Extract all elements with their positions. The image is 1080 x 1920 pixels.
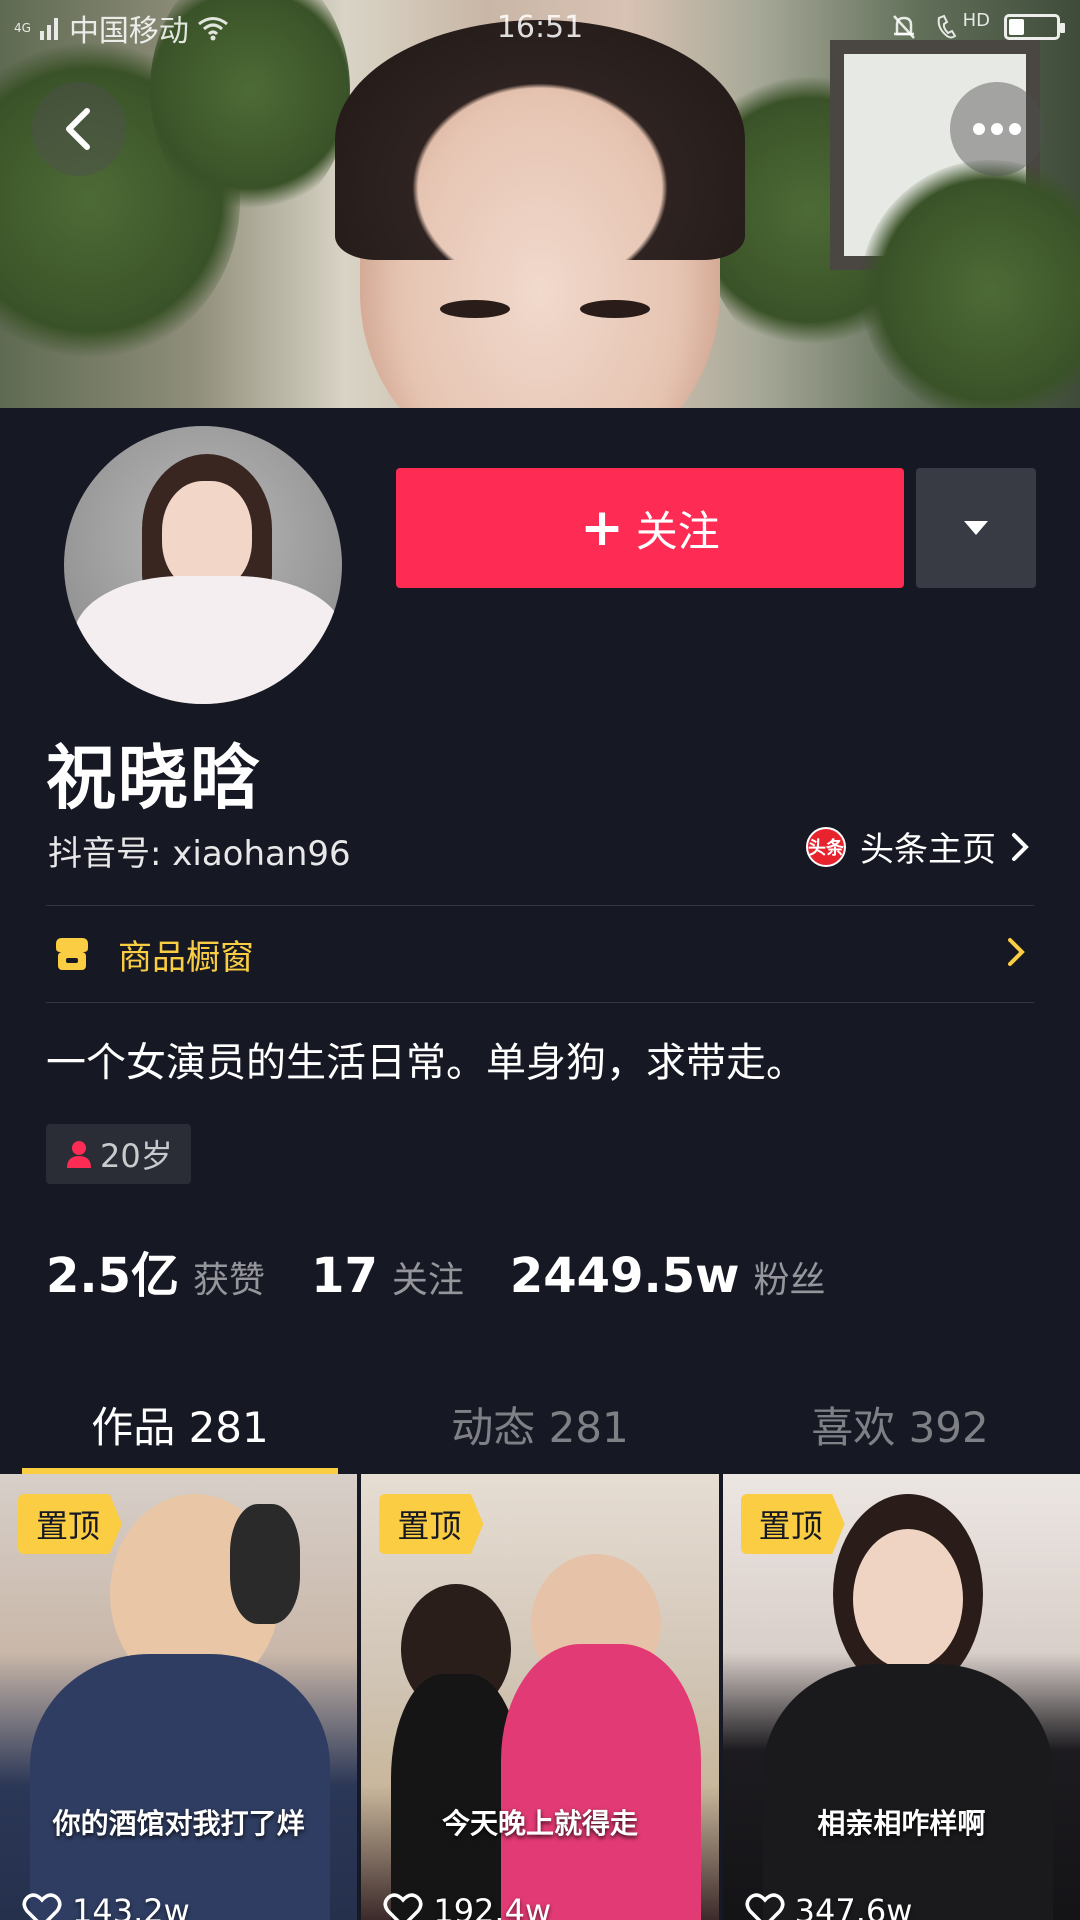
profile-tabs: 作品 281 动态 281 喜欢 392 — [0, 1374, 1080, 1474]
more-options-button[interactable] — [950, 82, 1044, 176]
pinned-badge: 置顶 — [379, 1494, 484, 1554]
follow-button[interactable]: + 关注 — [396, 468, 904, 588]
shop-window-label: 商品橱窗 — [118, 937, 254, 978]
back-button[interactable] — [32, 82, 126, 176]
female-user-icon — [67, 1141, 91, 1168]
video-like-count: 192.4w — [433, 1892, 552, 1920]
tab-likes[interactable]: 喜欢 392 — [720, 1374, 1080, 1474]
heart-icon — [745, 1893, 785, 1920]
heart-icon — [383, 1893, 423, 1920]
recommend-dropdown-button[interactable] — [916, 468, 1036, 588]
video-caption: 你的酒馆对我打了烊 — [52, 1807, 305, 1840]
shop-icon — [56, 938, 88, 970]
followers-count[interactable]: 2449.5w — [510, 1248, 740, 1304]
video-like-count: 347.6w — [794, 1892, 913, 1920]
followers-label[interactable]: 粉丝 — [753, 1251, 825, 1303]
pinned-badge: 置顶 — [740, 1494, 845, 1554]
video-grid: 置顶 你的酒馆对我打了烊 143.2w 置顶 今天晚上就得走 192.4w 置顶… — [0, 1474, 1080, 1920]
following-label[interactable]: 关注 — [392, 1251, 464, 1303]
following-count[interactable]: 17 — [311, 1248, 378, 1304]
hd-call-icon — [937, 14, 956, 39]
tab-activity[interactable]: 动态 281 — [360, 1374, 720, 1474]
toutiao-homepage-link[interactable]: 头条 头条主页 — [806, 822, 1030, 871]
tab-works[interactable]: 作品 281 — [0, 1374, 360, 1474]
shop-window-row[interactable]: 商品橱窗 — [46, 906, 1034, 1002]
hd-label: HD — [962, 9, 990, 31]
age-badge: 20岁 — [46, 1124, 191, 1184]
age-label: 20岁 — [100, 1137, 173, 1175]
network-type: 4G — [14, 21, 31, 35]
wifi-icon — [198, 17, 228, 41]
video-like-count: 143.2w — [72, 1892, 190, 1920]
douyin-id: 抖音号: xiaohan96 — [48, 834, 351, 874]
profile-cover-image — [0, 0, 1080, 408]
profile-stats: 2.5亿 获赞 17 关注 2449.5w 粉丝 — [46, 1236, 871, 1306]
carrier-name: 中国移动 — [68, 14, 189, 49]
battery-icon — [1004, 14, 1065, 40]
bio-text: 一个女演员的生活日常。单身狗，求带走。 — [46, 1040, 806, 1086]
avatar[interactable] — [58, 420, 348, 710]
pinned-badge: 置顶 — [18, 1494, 123, 1554]
caret-down-icon — [964, 521, 988, 535]
video-caption: 相亲相咋样啊 — [817, 1807, 986, 1840]
video-caption: 今天晚上就得走 — [441, 1807, 638, 1840]
video-likes: 143.2w — [22, 1892, 190, 1920]
bell-muted-icon — [892, 15, 915, 39]
video-likes: 347.6w — [745, 1892, 913, 1920]
video-likes: 192.4w — [383, 1892, 551, 1920]
follow-label: 关注 — [635, 506, 720, 556]
heart-icon — [22, 1893, 62, 1920]
video-tile[interactable]: 置顶 今天晚上就得走 192.4w — [361, 1474, 719, 1920]
toutiao-label: 头条主页 — [860, 830, 996, 870]
ellipsis-icon — [973, 123, 1021, 135]
status-bar: 4G 中国移动 16:51 HD — [0, 0, 1080, 56]
likes-count: 2.5亿 — [46, 1248, 180, 1304]
video-tile[interactable]: 置顶 相亲相咋样啊 347.6w — [722, 1474, 1080, 1920]
video-tile[interactable]: 置顶 你的酒馆对我打了烊 143.2w — [0, 1474, 358, 1920]
divider — [46, 1002, 1034, 1003]
chevron-left-icon — [66, 108, 90, 150]
chevron-right-icon — [1008, 938, 1025, 966]
plus-icon: + — [580, 498, 624, 558]
profile-name: 祝晓晗 — [46, 737, 262, 819]
signal-icon — [39, 18, 58, 40]
likes-label: 获赞 — [193, 1260, 266, 1301]
toutiao-logo-icon: 头条 — [806, 826, 846, 867]
clock: 16:51 — [496, 10, 584, 45]
chevron-right-icon — [1012, 832, 1029, 861]
